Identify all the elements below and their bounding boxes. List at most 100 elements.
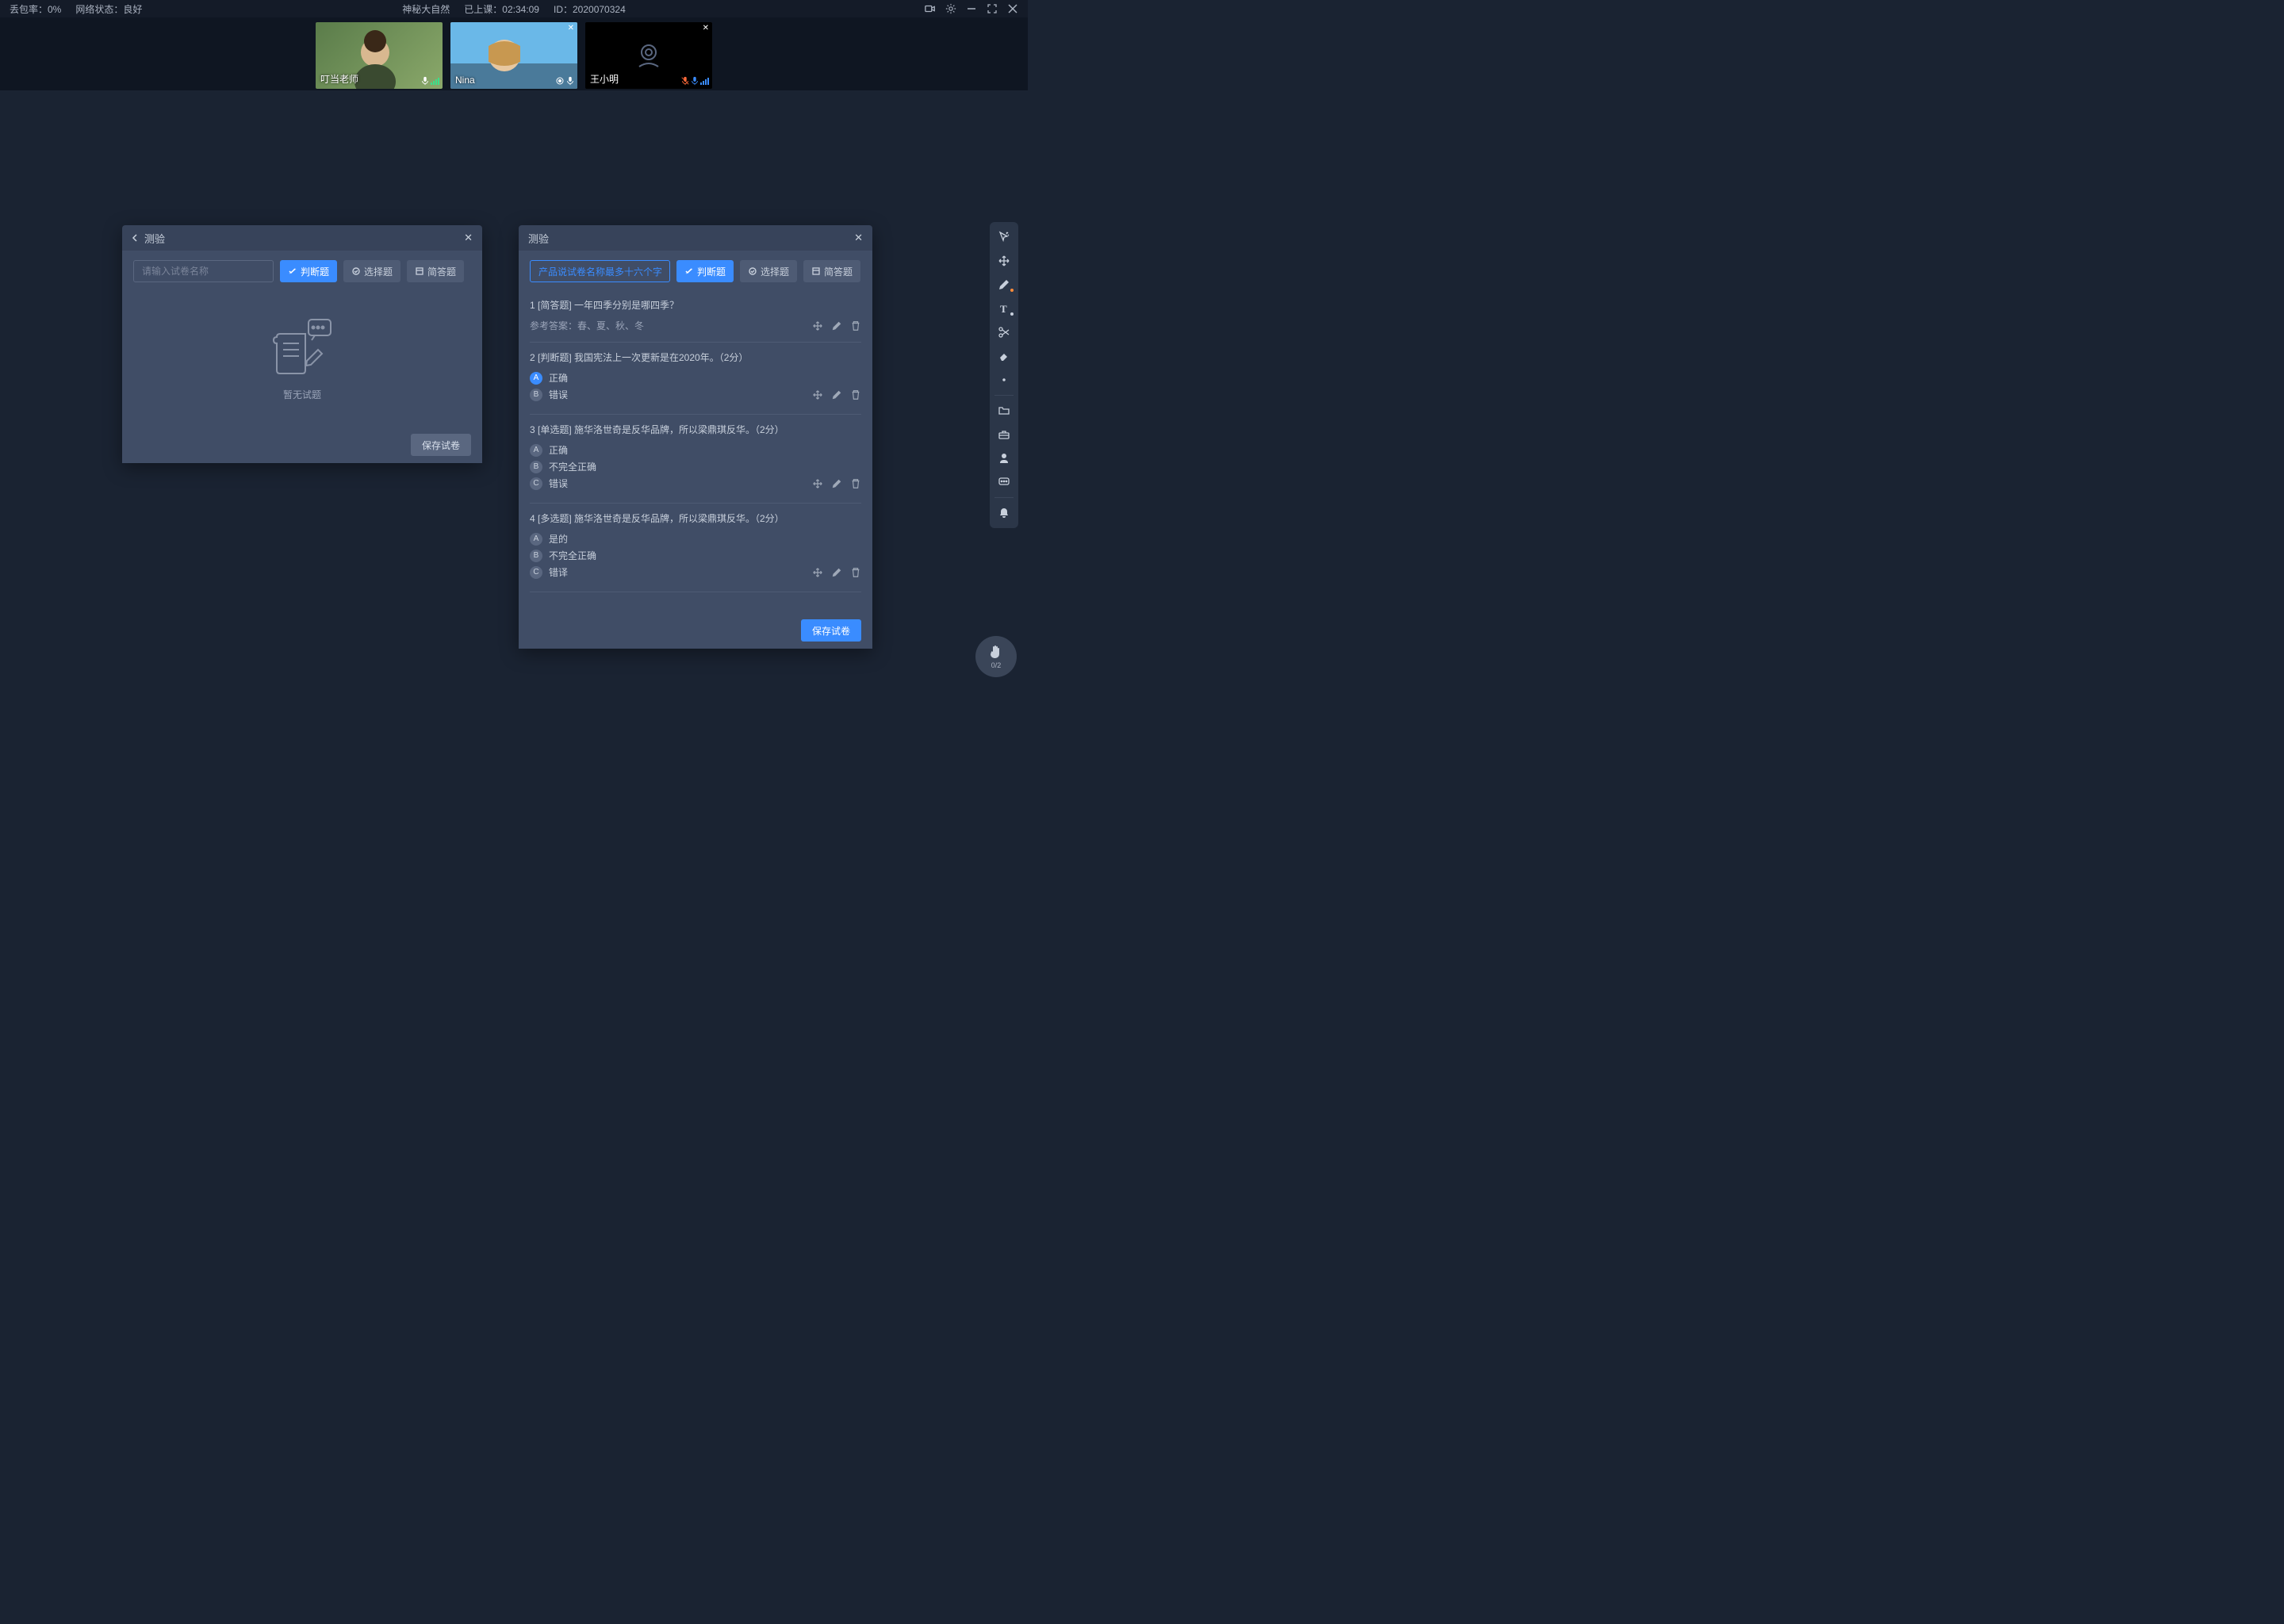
delete-question-icon[interactable] bbox=[850, 567, 861, 578]
fullscreen-icon[interactable] bbox=[987, 3, 998, 14]
bell-icon[interactable] bbox=[993, 503, 1015, 523]
right-toolbar: T bbox=[990, 222, 1018, 528]
question-item: 2 [判断题] 我国宪法上一次更新是在2020年。（2分） A 正确 B 错误 bbox=[530, 343, 861, 415]
quiz-name-input[interactable] bbox=[530, 260, 670, 282]
option-row[interactable]: B不完全正确 bbox=[530, 460, 861, 473]
move-question-icon[interactable] bbox=[812, 320, 823, 331]
signal-icon bbox=[700, 78, 709, 85]
quiz-panel-filled: 测验 ✕ 判断题 选择题 简答题 1 [简答题] 一年四季分别是哪四季？ 参考答案… bbox=[519, 225, 872, 649]
option-bubble: C bbox=[530, 477, 542, 490]
move-question-icon[interactable] bbox=[812, 389, 823, 400]
person-icon[interactable] bbox=[993, 448, 1015, 469]
class-title: 神秘大自然 bbox=[402, 2, 450, 16]
option-row[interactable]: B不完全正确 bbox=[530, 549, 861, 562]
close-video-icon[interactable]: ✕ bbox=[703, 24, 709, 33]
option-label: 正确 bbox=[549, 371, 568, 385]
question-item: 1 [简答题] 一年四季分别是哪四季？ 参考答案：春、夏、秋、冬 bbox=[530, 290, 861, 343]
video-name-label: 叮当老师 bbox=[320, 72, 358, 86]
folder-icon[interactable] bbox=[993, 400, 1015, 421]
panel-title: 测验 bbox=[528, 231, 549, 246]
delete-question-icon[interactable] bbox=[850, 389, 861, 400]
svg-text:T: T bbox=[1000, 303, 1007, 315]
edit-question-icon[interactable] bbox=[831, 567, 842, 578]
option-row[interactable]: A 正确 bbox=[530, 371, 861, 385]
option-row[interactable]: A正确 bbox=[530, 443, 861, 457]
video-tile[interactable]: ✕ 王小明 bbox=[585, 22, 712, 89]
option-row[interactable]: A是的 bbox=[530, 532, 861, 546]
move-question-icon[interactable] bbox=[812, 567, 823, 578]
camera-toggle-icon[interactable] bbox=[925, 3, 936, 14]
question-list[interactable]: 1 [简答题] 一年四季分别是哪四季？ 参考答案：春、夏、秋、冬 2 [判断题] … bbox=[519, 290, 872, 612]
option-bubble: B bbox=[530, 389, 542, 401]
text-tool-icon[interactable]: T bbox=[993, 298, 1015, 319]
chip-choice[interactable]: 选择题 bbox=[343, 260, 400, 282]
move-tool-icon[interactable] bbox=[993, 251, 1015, 271]
option-label: 错误 bbox=[549, 388, 568, 401]
empty-label: 暂无试题 bbox=[283, 388, 321, 401]
close-video-icon[interactable]: ✕ bbox=[568, 24, 574, 33]
toolbox-icon[interactable] bbox=[993, 424, 1015, 445]
chip-judge[interactable]: 判断题 bbox=[676, 260, 734, 282]
video-tile[interactable]: 叮当老师 bbox=[316, 22, 443, 89]
mic-icon bbox=[421, 76, 429, 86]
question-title: 3 [单选题] 施华洛世奇是反华品牌，所以梁鼎琪反华。（2分） bbox=[530, 423, 861, 437]
chip-judge[interactable]: 判断题 bbox=[280, 260, 337, 282]
minimize-icon[interactable] bbox=[966, 3, 977, 14]
quiz-panel-empty: 测验 ✕ 判断题 选择题 简答题 暂无试题 保存试卷 bbox=[122, 225, 482, 463]
mic-icon bbox=[566, 76, 574, 86]
pen-tool-icon[interactable] bbox=[993, 274, 1015, 295]
move-question-icon[interactable] bbox=[812, 478, 823, 489]
option-row[interactable]: C错译 bbox=[530, 565, 861, 579]
option-label: 错误 bbox=[549, 477, 568, 490]
close-window-icon[interactable] bbox=[1007, 3, 1018, 14]
question-title: 4 [多选题] 施华洛世奇是反华品牌，所以梁鼎琪反华。（2分） bbox=[530, 511, 861, 526]
chat-icon[interactable] bbox=[993, 472, 1015, 492]
hand-icon bbox=[988, 644, 1004, 660]
close-panel-icon[interactable]: ✕ bbox=[854, 232, 863, 244]
question-title: 2 [判断题] 我国宪法上一次更新是在2020年。（2分） bbox=[530, 350, 861, 365]
network-status-label: 网络状态：良好 bbox=[75, 2, 142, 16]
brightness-tool-icon[interactable] bbox=[993, 370, 1015, 390]
mic-muted-icon bbox=[681, 76, 689, 86]
question-item: 3 [单选题] 施华洛世奇是反华品牌，所以梁鼎琪反华。（2分） A正确 B不完全正确… bbox=[530, 415, 861, 504]
question-item: 4 [多选题] 施华洛世奇是反华品牌，所以梁鼎琪反华。（2分） A是的 B不完全正确… bbox=[530, 504, 861, 592]
option-row[interactable]: C 错误 bbox=[530, 477, 861, 490]
empty-state-icon bbox=[269, 316, 335, 380]
eraser-tool-icon[interactable] bbox=[993, 346, 1015, 366]
option-row[interactable]: B 错误 bbox=[530, 388, 861, 401]
signal-icon bbox=[431, 78, 439, 85]
option-bubble: A bbox=[530, 533, 542, 546]
quiz-name-input[interactable] bbox=[133, 260, 274, 282]
edit-question-icon[interactable] bbox=[831, 389, 842, 400]
back-icon[interactable] bbox=[132, 234, 140, 242]
delete-question-icon[interactable] bbox=[850, 320, 861, 331]
pointer-tool-icon[interactable] bbox=[993, 227, 1015, 247]
elapsed-time: 已上课：02:34:09 bbox=[464, 2, 539, 16]
scissors-tool-icon[interactable] bbox=[993, 322, 1015, 343]
edit-question-icon[interactable] bbox=[831, 320, 842, 331]
chip-short[interactable]: 简答题 bbox=[407, 260, 464, 282]
chip-choice[interactable]: 选择题 bbox=[740, 260, 797, 282]
close-panel-icon[interactable]: ✕ bbox=[464, 232, 473, 244]
video-name-label: 王小明 bbox=[590, 72, 619, 86]
edit-question-icon[interactable] bbox=[831, 478, 842, 489]
option-bubble: B bbox=[530, 461, 542, 473]
settings-icon[interactable] bbox=[945, 3, 956, 14]
raise-hand-button[interactable]: 0/2 bbox=[975, 636, 1017, 677]
target-icon bbox=[555, 76, 565, 86]
option-label: 不完全正确 bbox=[549, 549, 596, 562]
session-id: ID：2020070324 bbox=[554, 2, 626, 16]
option-bubble: A bbox=[530, 372, 542, 385]
delete-question-icon[interactable] bbox=[850, 478, 861, 489]
top-bar: 丢包率：0% 网络状态：良好 神秘大自然 已上课：02:34:09 ID：202… bbox=[0, 0, 1028, 17]
save-quiz-button[interactable]: 保存试卷 bbox=[411, 434, 471, 456]
reference-answer: 参考答案：春、夏、秋、冬 bbox=[530, 319, 861, 332]
mic-icon bbox=[691, 76, 699, 86]
panel-title: 测验 bbox=[144, 231, 165, 246]
packet-loss-label: 丢包率：0% bbox=[10, 2, 61, 16]
video-tile[interactable]: ✕ Nina bbox=[450, 22, 577, 89]
option-bubble: A bbox=[530, 444, 542, 457]
question-title: 1 [简答题] 一年四季分别是哪四季？ bbox=[530, 298, 861, 312]
save-quiz-button[interactable]: 保存试卷 bbox=[801, 619, 861, 642]
chip-short[interactable]: 简答题 bbox=[803, 260, 860, 282]
